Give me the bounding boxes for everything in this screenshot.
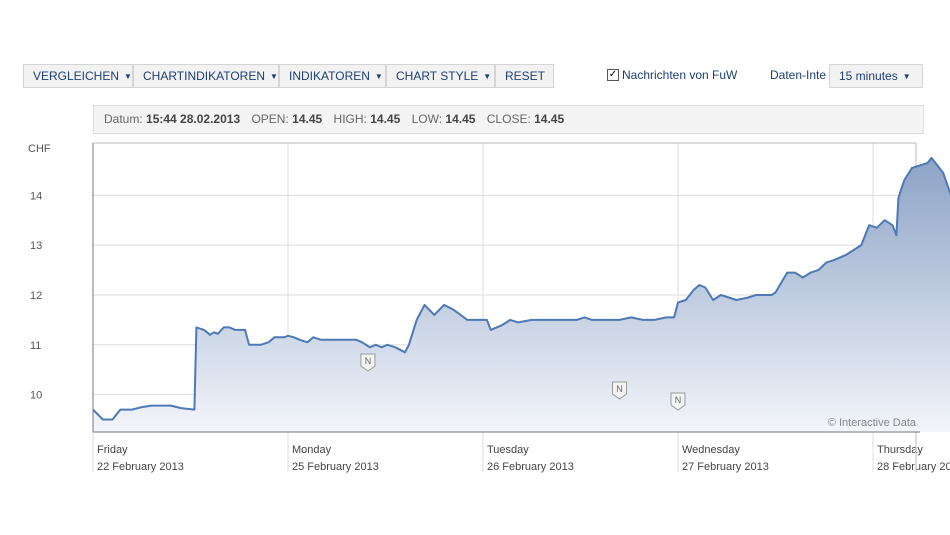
news-marker-label: N bbox=[616, 384, 623, 394]
x-day-label: Friday bbox=[97, 444, 128, 456]
y-tick-label: 14 bbox=[30, 190, 42, 202]
x-date-label: 28 February 2013 bbox=[877, 461, 950, 473]
watermark: © Interactive Data bbox=[828, 417, 917, 429]
y-tick-label: 12 bbox=[30, 290, 42, 302]
x-day-label: Monday bbox=[292, 444, 332, 456]
y-axis-label: CHF bbox=[28, 143, 51, 155]
price-chart[interactable]: 10 11 12 13 14 CHF Friday 22 February 2013 Monda… bbox=[0, 0, 950, 535]
news-marker-label: N bbox=[675, 395, 682, 405]
y-tick-label: 13 bbox=[30, 240, 42, 252]
x-date-label: 25 February 2013 bbox=[292, 461, 379, 473]
x-date-label: 27 February 2013 bbox=[682, 461, 769, 473]
x-date-label: 26 February 2013 bbox=[487, 461, 574, 473]
news-marker-label: N bbox=[365, 356, 372, 366]
x-day-label: Wednesday bbox=[682, 444, 740, 456]
x-day-label: Tuesday bbox=[487, 444, 529, 456]
y-tick-label: 10 bbox=[30, 390, 42, 402]
y-tick-label: 11 bbox=[30, 340, 41, 352]
x-date-label: 22 February 2013 bbox=[97, 461, 184, 473]
